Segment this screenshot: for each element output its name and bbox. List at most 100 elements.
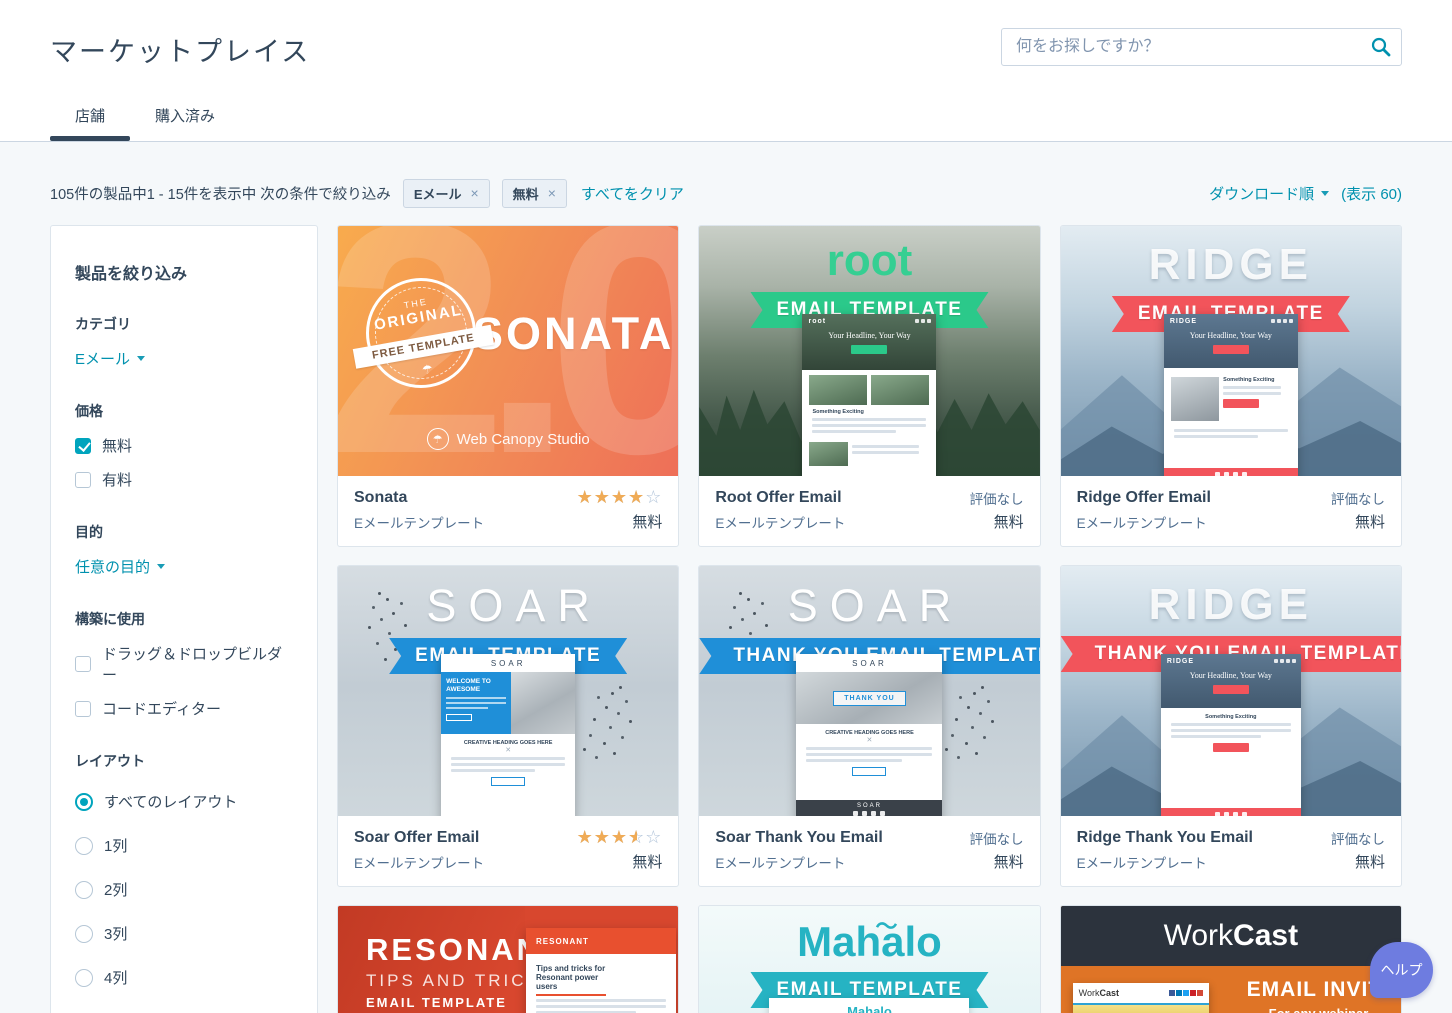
product-grid: 2.0 SONATA THE ORIGINAL FREE TEMPLATE ☂ …	[337, 225, 1402, 1013]
sidebar-heading: 製品を絞り込み	[75, 260, 293, 284]
clear-all-filters-link[interactable]: すべてをクリア	[581, 183, 684, 204]
checkbox-icon[interactable]	[75, 656, 91, 672]
radio-icon[interactable]	[75, 837, 93, 855]
purpose-label: 目的	[75, 522, 293, 542]
product-card-sonata[interactable]: 2.0 SONATA THE ORIGINAL FREE TEMPLATE ☂ …	[337, 225, 679, 547]
product-thumbnail: RIDGE THANK YOU EMAIL TEMPLATE RIDGE You…	[1061, 566, 1401, 816]
layout-option-4col[interactable]: 4列	[75, 967, 293, 988]
option-label: 2列	[104, 879, 127, 900]
option-label: すべてのレイアウト	[104, 791, 237, 812]
price-option-paid[interactable]: 有料	[75, 469, 293, 490]
no-rating-label: 評価なし	[970, 488, 1024, 508]
filter-section-category: カテゴリ Eメール	[75, 314, 293, 369]
sort-label: ダウンロード順	[1209, 183, 1314, 204]
product-thumbnail: 2.0 SONATA THE ORIGINAL FREE TEMPLATE ☂ …	[338, 226, 678, 476]
product-card-soar-thankyou[interactable]: SOAR THANK YOU EMAIL TEMPLATE SOAR THANK…	[698, 565, 1040, 887]
chevron-down-icon	[137, 356, 145, 361]
product-thumbnail: RIDGE EMAIL TEMPLATE RIDGE Your Headline…	[1061, 226, 1401, 476]
product-card-root-offer[interactable]: root EMAIL TEMPLATE root Your Headline, …	[698, 225, 1040, 547]
product-card-ridge-thankyou[interactable]: RIDGE THANK YOU EMAIL TEMPLATE RIDGE You…	[1060, 565, 1402, 887]
email-mockup: RIDGE Your Headline, Your Way Something …	[1164, 314, 1298, 476]
ridge-logo: RIDGE	[1061, 240, 1401, 290]
filter-sidebar: 製品を絞り込み カテゴリ Eメール 価格 無料 有料 目的 任意の目的 構築に使…	[50, 225, 318, 1013]
studio-credit: ☂ Web Canopy Studio	[338, 428, 678, 450]
layout-option-2col[interactable]: 2列	[75, 879, 293, 900]
product-thumbnail: SOAR EMAIL TEMPLATE SOAR WELCOME TO AWES…	[338, 566, 678, 816]
product-card-soar-offer[interactable]: SOAR EMAIL TEMPLATE SOAR WELCOME TO AWES…	[337, 565, 679, 887]
search-icon[interactable]	[1370, 36, 1392, 58]
radio-icon[interactable]	[75, 881, 93, 899]
per-page-label: (表示 60)	[1341, 183, 1402, 204]
search-input[interactable]	[1001, 28, 1402, 66]
filter-chip-label: 無料	[513, 184, 539, 203]
filter-section-layout: レイアウト すべてのレイアウト 1列 2列 3列 4列	[75, 751, 293, 1013]
search-box	[1001, 28, 1402, 66]
social-icons	[1169, 990, 1203, 996]
checkbox-icon[interactable]	[75, 472, 91, 488]
radio-icon[interactable]	[75, 925, 93, 943]
built-with-option-code-editor[interactable]: コードエディター	[75, 698, 293, 719]
no-rating-label: 評価なし	[1331, 828, 1385, 848]
filter-section-purpose: 目的 任意の目的	[75, 522, 293, 577]
no-rating-label: 評価なし	[1331, 488, 1385, 508]
soar-logo: SOAR	[699, 580, 1039, 632]
product-card-workcast[interactable]: WorkCast EMAIL INVITE For any webinar Wo…	[1060, 905, 1402, 1013]
email-mockup: WorkCast	[1073, 983, 1209, 1013]
product-card-resonant[interactable]: RESONANT TIPS AND TRICKS EMAIL TEMPLATE …	[337, 905, 679, 1013]
mahalo-logo: Mahalo〜	[699, 918, 1039, 966]
email-mockup: SOAR WELCOME TO AWESOME CREATIVE HEADING…	[441, 654, 575, 816]
filter-section-built-with: 構築に使用 ドラッグ＆ドロップビルダー コードエディター	[75, 609, 293, 719]
ridge-logo: RIDGE	[1061, 580, 1401, 630]
product-price: 無料	[577, 851, 663, 872]
product-name: Root Offer Email	[715, 489, 969, 507]
product-type: Eメールテンプレート	[715, 852, 969, 872]
chevron-down-icon	[1321, 191, 1329, 196]
price-option-free[interactable]: 無料	[75, 435, 293, 456]
chevron-down-icon	[157, 564, 165, 569]
purpose-dropdown[interactable]: 任意の目的	[75, 556, 165, 577]
product-thumbnail: RESONANT TIPS AND TRICKS EMAIL TEMPLATE …	[338, 906, 678, 1013]
tab-purchased[interactable]: 購入済み	[130, 105, 240, 141]
product-card-mahalo[interactable]: Mahalo〜 EMAIL TEMPLATE Mahalo	[698, 905, 1040, 1013]
option-label: 3列	[104, 923, 127, 944]
product-thumbnail: SOAR THANK YOU EMAIL TEMPLATE SOAR THANK…	[699, 566, 1039, 816]
filter-chip-free[interactable]: 無料 ×	[502, 179, 567, 208]
layout-option-3col[interactable]: 3列	[75, 923, 293, 944]
layout-option-1col[interactable]: 1列	[75, 835, 293, 856]
umbrella-icon: ☂	[427, 428, 449, 450]
close-icon[interactable]: ×	[470, 186, 478, 200]
product-thumbnail: WorkCast EMAIL INVITE For any webinar Wo…	[1061, 906, 1401, 1013]
built-with-option-dragdrop[interactable]: ドラッグ＆ドロップビルダー	[75, 643, 293, 685]
layout-option-all[interactable]: すべてのレイアウト	[75, 791, 293, 812]
option-label: コードエディター	[102, 698, 221, 719]
radio-icon[interactable]	[75, 969, 93, 987]
help-button[interactable]: ヘルプ	[1370, 942, 1433, 998]
tab-store[interactable]: 店舗	[50, 105, 130, 141]
results-toolbar: 105件の製品中1 - 15件を表示中 次の条件で絞り込み Eメール × 無料 …	[50, 180, 1402, 206]
workcast-logo: WorkCast	[1061, 906, 1401, 966]
radio-selected-icon[interactable]	[75, 793, 93, 811]
filter-section-price: 価格 無料 有料	[75, 401, 293, 490]
email-mockup: RIDGE Your Headline, Your Way Something …	[1161, 654, 1301, 816]
product-price: 無料	[970, 511, 1024, 532]
checkbox-icon[interactable]	[75, 701, 91, 717]
category-dropdown[interactable]: Eメール	[75, 348, 145, 369]
checkbox-checked-icon[interactable]	[75, 438, 91, 454]
product-card-ridge-offer[interactable]: RIDGE EMAIL TEMPLATE RIDGE Your Headline…	[1060, 225, 1402, 547]
sort-dropdown[interactable]: ダウンロード順	[1209, 183, 1329, 204]
product-name: Ridge Thank You Email	[1077, 829, 1331, 847]
built-with-label: 構築に使用	[75, 609, 293, 629]
product-price: 無料	[1331, 511, 1385, 532]
product-thumbnail: Mahalo〜 EMAIL TEMPLATE Mahalo	[699, 906, 1039, 1013]
product-name: Soar Thank You Email	[715, 829, 969, 847]
filter-chip-email[interactable]: Eメール ×	[403, 179, 490, 208]
close-icon[interactable]: ×	[548, 186, 556, 200]
email-mockup: SOAR THANK YOU CREATIVE HEADING GOES HER…	[796, 654, 942, 816]
product-thumbnail: root EMAIL TEMPLATE root Your Headline, …	[699, 226, 1039, 476]
sonata-logo: SONATA	[473, 308, 674, 360]
email-mockup: root Your Headline, Your Way Something E…	[802, 314, 936, 476]
category-value: Eメール	[75, 348, 130, 369]
option-label: 無料	[102, 435, 132, 456]
option-label: ドラッグ＆ドロップビルダー	[102, 643, 293, 685]
birds-decoration	[981, 686, 984, 689]
